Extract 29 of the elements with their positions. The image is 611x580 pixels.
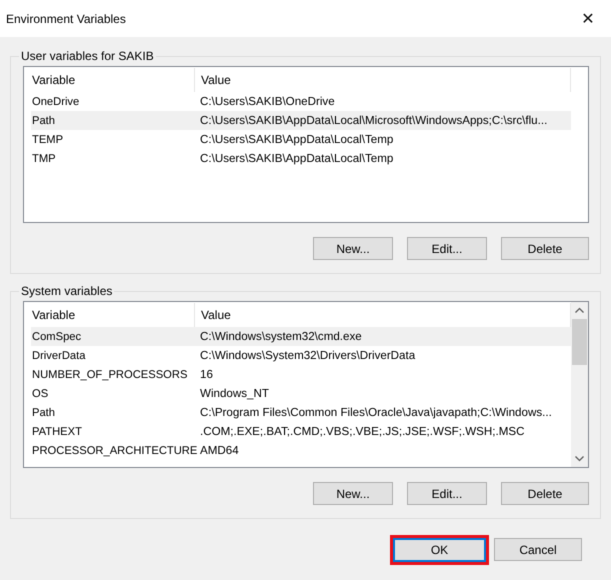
window-title: Environment Variables: [6, 12, 126, 26]
variable-row[interactable]: TMP C:\Users\SAKIB\AppData\Local\Temp: [31, 149, 571, 168]
column-header[interactable]: Variable: [31, 68, 195, 92]
variable-row[interactable]: PROCESSOR_ARCHITECTURE AMD64: [31, 441, 571, 460]
variable-row[interactable]: OneDrive C:\Users\SAKIB\OneDrive: [31, 92, 571, 111]
action-button[interactable]: Edit...: [407, 482, 487, 505]
dialog-button[interactable]: OK: [393, 538, 486, 562]
variables-list[interactable]: [23, 301, 589, 468]
scrollbar[interactable]: [571, 302, 588, 467]
group-title: User variables for SAKIB: [20, 49, 155, 63]
variable-row[interactable]: Path C:\Users\SAKIB\AppData\Local\Microsoft\WindowsApps;C:\src\flu...: [31, 111, 571, 130]
dialog-button[interactable]: Cancel: [494, 538, 582, 561]
action-button[interactable]: Edit...: [407, 237, 487, 260]
group-title: System variables: [20, 284, 114, 298]
action-button[interactable]: New...: [313, 482, 393, 505]
action-button[interactable]: Delete: [501, 482, 589, 505]
variables-list[interactable]: Variable Value OneDrive C:\Users\SAKIB\OneDrive Path C:\Users\SAKIB\AppData\Local\Microsoft\WindowsApps;C:\src\flu... TEMP C:\Users\SAKIB\AppData\Local\Temp TMP C:\Users\SAKIB\AppData\Local\Temp: [23, 66, 589, 223]
variable-row[interactable]: NUMBER_OF_PROCESSORS 16: [31, 365, 571, 384]
variable-row[interactable]: TEMP C:\Users\SAKIB\AppData\Local\Temp: [31, 130, 571, 149]
variable-row[interactable]: ComSpec C:\Windows\system32\cmd.exe: [31, 327, 571, 346]
scrollbar-thumb[interactable]: [572, 319, 587, 365]
column-header[interactable]: Value: [195, 68, 571, 92]
action-button[interactable]: Delete: [501, 237, 589, 260]
action-button[interactable]: New...: [313, 237, 393, 260]
variable-row[interactable]: Path C:\Program Files\Common Files\Oracle\Java\javapath;C:\Windows...: [31, 403, 571, 422]
variable-row[interactable]: PATHEXT .COM;.EXE;.BAT;.CMD;.VBS;.VBE;.JS;.JSE;.WSF;.WSH;.MSC: [31, 422, 571, 441]
variable-row[interactable]: OS Windows_NT: [31, 384, 571, 403]
variable-row[interactable]: DriverData C:\Windows\System32\Drivers\DriverData: [31, 346, 571, 365]
close-button[interactable]: ✕: [565, 0, 611, 37]
